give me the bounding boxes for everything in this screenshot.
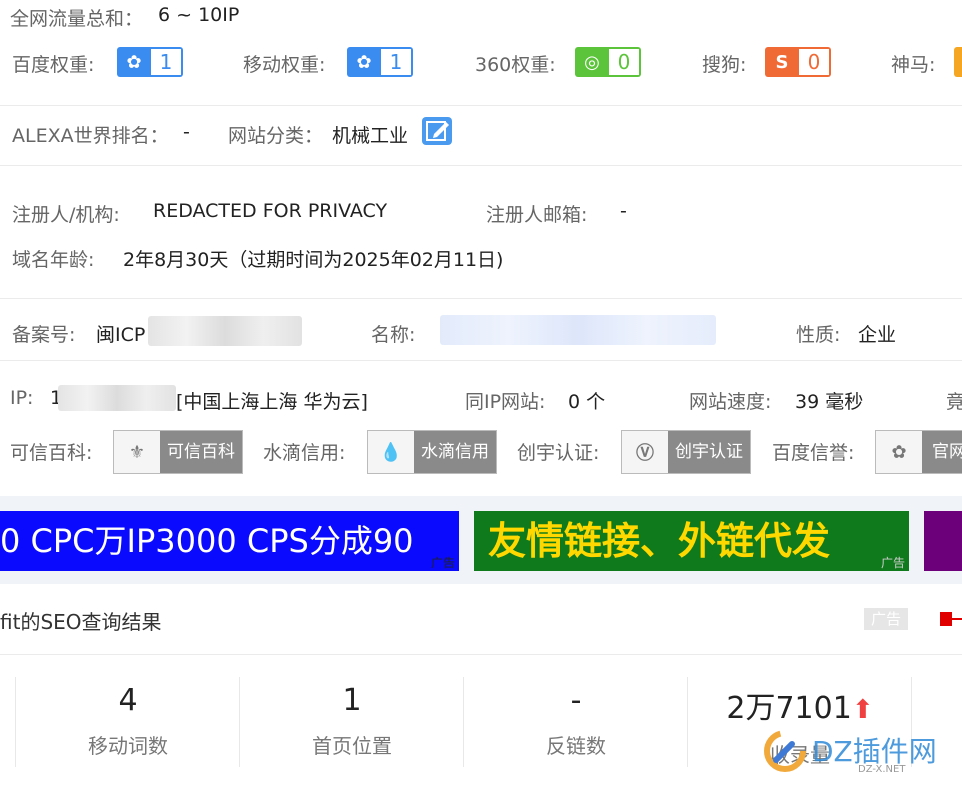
baidu-paw-icon: ✿ <box>876 431 922 473</box>
domain-age-label: 域名年龄: <box>12 249 95 271</box>
chuangyu-text: 创宇认证 <box>668 431 750 473</box>
stat-mobile-words[interactable]: 4 移动词数 <box>16 677 240 767</box>
ip-redacted <box>58 385 176 411</box>
site-name-redacted <box>440 315 716 345</box>
stat-homepage-position[interactable]: 1 首页位置 <box>240 677 464 767</box>
baidu-credit-text: 官网 <box>922 431 962 473</box>
ad-banner-links[interactable]: 友情链接、外链代发 广告 <box>474 511 909 571</box>
category-label: 网站分类： <box>228 125 324 147</box>
watermark-sub: DZ-X.NET <box>858 764 906 775</box>
trust-wiki-badge[interactable]: ⚜ 可信百科 <box>113 430 243 474</box>
stat-value: - <box>570 683 582 718</box>
stat-value: 4 <box>118 683 138 718</box>
baidu-paw-icon: ✿ <box>126 51 142 73</box>
water-drop-badge[interactable]: 💧 水滴信用 <box>367 430 497 474</box>
traffic-value: 6 ~ 10IP <box>158 4 240 26</box>
icp-label: 备案号: <box>12 324 76 346</box>
ad-banner-cpc-text: 0 CPC万IP3000 CPS分成90 <box>0 522 414 560</box>
traffic-label: 全网流量总和： <box>10 8 144 30</box>
water-drop-text: 水滴信用 <box>414 431 496 473</box>
nature-label: 性质: <box>796 324 841 346</box>
results-title: fit的SEO查询结果 <box>0 610 162 634</box>
baidu-credit-label: 百度信誉: <box>772 442 855 464</box>
trend-up-icon: ⬆ <box>851 695 874 725</box>
category-value: 机械工业 <box>332 125 409 147</box>
mobile-weight-label: 移动权重: <box>243 54 326 76</box>
nature-value: 企业 <box>858 324 897 346</box>
trust-wiki-icon: ⚜ <box>114 431 160 473</box>
email-value: - <box>620 200 627 222</box>
shenma-weight-label: 神马: <box>891 54 936 76</box>
results-ad-tag: 广告 <box>864 608 908 630</box>
chuangyu-label: 创宇认证: <box>517 442 600 464</box>
edit-icon[interactable] <box>422 117 452 145</box>
baidu-weight-value: 1 <box>151 49 181 75</box>
stat-label: 移动词数 <box>88 734 168 758</box>
icp-redacted <box>148 316 302 346</box>
same-ip-label: 同IP网站: <box>465 391 546 413</box>
red-marker <box>940 612 952 626</box>
sogou-icon: S <box>775 51 789 73</box>
site-name-label: 名称: <box>371 324 416 346</box>
ad-mark: 广告 <box>880 556 905 570</box>
icp-value: 闽ICP <box>96 324 146 346</box>
baidu-credit-badge[interactable]: ✿ 官网 <box>875 430 962 474</box>
alexa-label: ALEXA世界排名： <box>12 125 169 147</box>
red-marker-line <box>952 618 962 620</box>
360-weight-label: 360权重: <box>475 54 556 76</box>
chuangyu-badge[interactable]: Ⓥ 创宇认证 <box>621 430 751 474</box>
mobile-weight-badge[interactable]: ✿ 1 <box>347 47 413 77</box>
water-drop-icon: 💧 <box>368 431 414 473</box>
watermark-logo-icon <box>762 728 808 774</box>
email-label: 注册人邮箱: <box>486 204 588 226</box>
speed-extra: 竟 <box>946 391 962 413</box>
registrant-label: 注册人/机构: <box>12 204 120 226</box>
ad-mark: 广告 <box>430 556 455 570</box>
alexa-value: - <box>183 121 190 143</box>
chuangyu-v-icon: Ⓥ <box>622 431 668 473</box>
ip-location: [中国上海上海 华为云] <box>176 391 368 413</box>
ad-banner-purple[interactable] <box>924 511 962 571</box>
stat-value: 1 <box>342 683 362 718</box>
trust-wiki-text: 可信百科 <box>160 431 242 473</box>
registrant-value: REDACTED FOR PRIVACY <box>153 200 388 222</box>
speed-label: 网站速度: <box>689 391 772 413</box>
360-icon: ◎ <box>584 51 600 73</box>
ad-banner-cpc[interactable]: 0 CPC万IP3000 CPS分成90 广告 <box>0 511 459 571</box>
stat-value-row: 2万7101⬆ <box>688 683 912 727</box>
360-weight-badge[interactable]: ◎ 0 <box>575 47 641 77</box>
shenma-weight-badge[interactable] <box>954 47 962 77</box>
speed-value: 39 毫秒 <box>795 391 864 413</box>
stat-label: 首页位置 <box>312 734 392 758</box>
water-drop-label: 水滴信用: <box>263 442 346 464</box>
ip-label: IP: <box>10 387 34 409</box>
ad-banner-links-text: 友情链接、外链代发 <box>488 519 831 563</box>
baidu-weight-label: 百度权重: <box>12 54 95 76</box>
stat-value: 2万7101 <box>726 691 852 726</box>
sogou-weight-value: 0 <box>799 49 829 75</box>
baidu-weight-badge[interactable]: ✿ 1 <box>117 47 183 77</box>
stat-label: 反链数 <box>546 734 606 758</box>
sogou-weight-badge[interactable]: S 0 <box>765 47 831 77</box>
trust-wiki-label: 可信百科: <box>10 442 93 464</box>
baidu-paw-icon: ✿ <box>356 51 372 73</box>
360-weight-value: 0 <box>609 49 639 75</box>
stat-backlinks[interactable]: - 反链数 <box>464 677 688 767</box>
sogou-weight-label: 搜狗: <box>702 54 747 76</box>
domain-age-value: 2年8月30天（过期时间为2025年02月11日) <box>123 249 504 271</box>
same-ip-value[interactable]: 0 个 <box>568 387 605 414</box>
mobile-weight-value: 1 <box>381 49 411 75</box>
